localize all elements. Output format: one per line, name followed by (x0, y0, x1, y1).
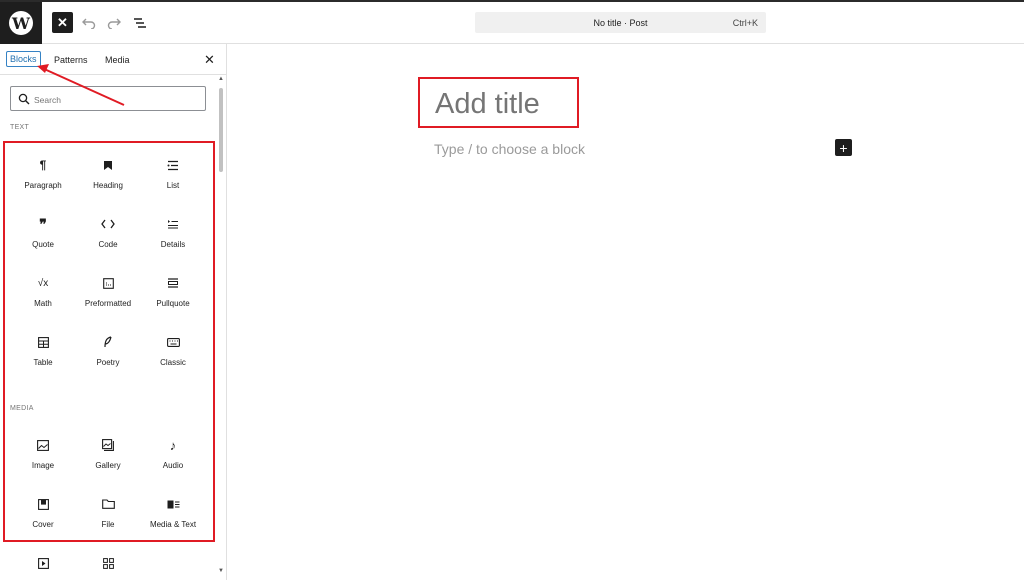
editor-top-bar: W ✕ No title · Post Ctrl+K (0, 0, 1024, 44)
block-item-grid[interactable] (75, 552, 141, 580)
tab-media[interactable]: Media (105, 55, 130, 65)
post-title-field[interactable]: Add title (418, 77, 579, 128)
category-heading-text: TEXT (10, 124, 30, 131)
undo-icon[interactable] (78, 12, 100, 34)
document-title: No title · Post (593, 18, 648, 28)
tab-patterns[interactable]: Patterns (54, 55, 88, 65)
scroll-down-icon[interactable]: ▼ (218, 568, 224, 574)
scrollbar-thumb[interactable] (219, 88, 223, 172)
editor-canvas: Add title Type / to choose a block + (228, 45, 1024, 580)
inserter-tabs: Blocks Patterns Media ✕ (0, 44, 226, 75)
search-icon (18, 93, 30, 105)
wordpress-logo-icon[interactable]: W (0, 2, 42, 44)
video-icon (10, 552, 76, 574)
inserter-scrollbar[interactable]: ▲ ▼ (217, 76, 225, 576)
command-shortcut: Ctrl+K (732, 18, 758, 28)
annotation-highlight-box (3, 141, 215, 542)
block-appender-placeholder[interactable]: Type / to choose a block (434, 141, 585, 157)
title-placeholder: Add title (435, 88, 540, 120)
close-inserter-toggle-button[interactable]: ✕ (52, 12, 73, 33)
redo-icon[interactable] (103, 12, 125, 34)
command-palette-button[interactable]: No title · Post Ctrl+K (475, 12, 766, 33)
block-item-video[interactable] (10, 552, 76, 580)
document-overview-icon[interactable] (129, 12, 151, 34)
close-icon[interactable]: ✕ (204, 52, 215, 68)
search-placeholder: Search (34, 95, 61, 105)
grid-icon (75, 552, 141, 574)
tab-blocks[interactable]: Blocks (6, 51, 41, 67)
add-block-button[interactable]: + (835, 139, 852, 156)
block-inserter-panel: Blocks Patterns Media ✕ Search TEXT ¶ Pa… (0, 44, 227, 580)
scroll-up-icon[interactable]: ▲ (218, 76, 224, 82)
block-search-input[interactable]: Search (10, 86, 206, 111)
